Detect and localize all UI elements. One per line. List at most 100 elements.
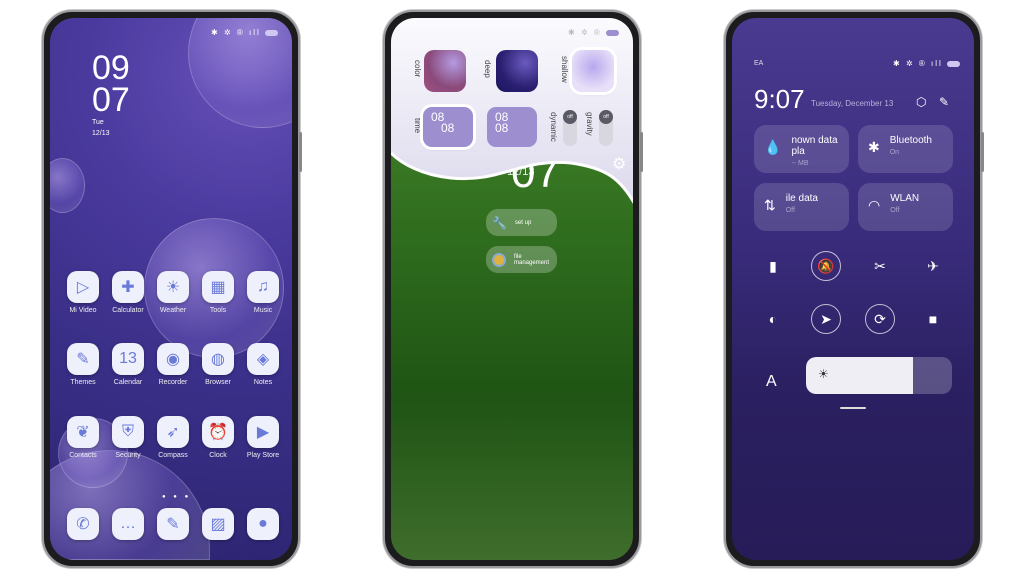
edit-icon[interactable]: ✎ <box>939 95 949 109</box>
carrier-label: EA <box>754 60 764 67</box>
app-label: Recorder <box>158 379 188 386</box>
app-recorder[interactable]: ◉ Recorder <box>151 343 195 386</box>
quick-tile-3[interactable]: ◠ WLAN Off <box>858 183 953 231</box>
dock-messages[interactable]: … <box>106 508 150 544</box>
app-icon: ♫ <box>247 271 279 303</box>
app-label: Calendar <box>113 379 143 386</box>
app-label: Security <box>115 452 141 459</box>
status-bar: ✱ ✲ ® <box>568 28 619 37</box>
font-size-button[interactable]: A <box>766 373 777 391</box>
app-label: Compass <box>158 452 188 459</box>
clock-style-2[interactable]: 08 08 <box>487 107 537 147</box>
rotation-lock-icon[interactable]: ⟳ <box>865 304 895 334</box>
date-label: Tuesday, December 13 <box>811 99 894 108</box>
app-icon: ⛨ <box>112 416 144 448</box>
camera-icon: ● <box>247 508 279 540</box>
screenshot-icon[interactable]: ✂ <box>865 251 895 281</box>
app-tools[interactable]: ▦ Tools <box>196 271 240 314</box>
dynamic-toggle[interactable]: off <box>563 110 577 146</box>
mute-icon[interactable]: 🔕 <box>811 251 841 281</box>
tile-icon: 💧 <box>764 139 782 155</box>
location-icon[interactable]: ➤ <box>811 304 841 334</box>
brightness-slider[interactable]: ☀ <box>806 357 952 394</box>
phone-control-center: EA ✱ ✲ ® ıll 9:07 Tuesday, December 13 ⬡… <box>724 10 984 568</box>
clock-widget[interactable]: 09 07 Tue 12/13 <box>92 51 130 140</box>
time-label: 9:07 <box>754 84 805 114</box>
settings-icon[interactable]: ⬡ <box>916 95 926 109</box>
page-indicator: ● ● ● <box>162 494 192 500</box>
wallpaper-color-option[interactable] <box>424 50 466 92</box>
app-mi-video[interactable]: ▷ Mi Video <box>61 271 105 314</box>
gear-icon[interactable]: ⚙ <box>612 154 626 174</box>
messages-icon: … <box>112 508 144 540</box>
app-music[interactable]: ♫ Music <box>241 271 285 314</box>
airplane-icon[interactable]: ✈ <box>918 251 948 281</box>
app-label: Themes <box>70 379 96 386</box>
app-label: Tools <box>209 307 227 314</box>
app-play-store[interactable]: ▶ Play Store <box>241 416 285 459</box>
status-bar: ✱ ✲ ® ıll <box>893 59 960 68</box>
app-label: Music <box>253 307 273 314</box>
clock-style-1[interactable]: 08 08 <box>423 107 473 147</box>
control-center-screen: EA ✱ ✲ ® ıll 9:07 Tuesday, December 13 ⬡… <box>732 18 974 560</box>
battery-icon <box>265 29 278 36</box>
app-icon: ❦ <box>67 416 99 448</box>
app-contacts[interactable]: ❦ Contacts <box>61 416 105 459</box>
file-management-button[interactable]: file management <box>486 246 557 273</box>
wallpaper-shallow-option[interactable] <box>572 50 614 92</box>
app-label: Calculator <box>112 307 144 314</box>
app-icon: ▶ <box>247 416 279 448</box>
label-dynamic: dynamic <box>549 112 558 142</box>
clock-minute: 07 <box>92 81 130 119</box>
flashlight-icon[interactable]: ▮ <box>758 251 788 281</box>
tile-status: Off <box>785 207 795 214</box>
brightness-fill: ☀ <box>806 357 913 394</box>
wallpaper-deep-option[interactable] <box>496 50 538 92</box>
quick-tile-0[interactable]: 💧 nown data pla -- MB <box>754 125 849 173</box>
tile-title: WLAN <box>890 193 920 204</box>
quick-tile-2[interactable]: ⇅ ile data Off <box>754 183 849 231</box>
phone-home-screen: ✱ ✲ ® ıll 09 07 Tue 12/13 ▷ Mi Video ✚ Calc… <box>42 10 302 568</box>
app-compass[interactable]: ➶ Compass <box>151 416 195 459</box>
dock-camera[interactable]: ● <box>241 508 285 544</box>
setup-button[interactable]: 🔧 set up <box>486 209 557 236</box>
screen-record-icon[interactable]: ■ <box>918 304 948 334</box>
tile-title: Bluetooth <box>889 135 932 146</box>
dock-themes-tool[interactable]: ✎ <box>151 508 195 544</box>
themes-tool-icon: ✎ <box>157 508 189 540</box>
dark-mode-icon[interactable]: ◐ <box>758 304 788 334</box>
app-icon: ➶ <box>157 416 189 448</box>
app-icon: ◈ <box>247 343 279 375</box>
quick-tile-1[interactable]: ✱ Bluetooth On <box>858 125 953 173</box>
app-browser[interactable]: ◍ Browser <box>196 343 240 386</box>
home-indicator[interactable] <box>840 407 866 409</box>
app-calendar[interactable]: 13 Calendar <box>106 343 150 386</box>
app-icon: ☀ <box>157 271 189 303</box>
day-label: Tue <box>92 119 104 126</box>
label-time: time <box>413 118 422 134</box>
app-clock[interactable]: ⏰ Clock <box>196 416 240 459</box>
app-themes[interactable]: ✎ Themes <box>61 343 105 386</box>
tile-status: Off <box>890 207 900 214</box>
tile-title: ile data <box>785 193 818 204</box>
app-weather[interactable]: ☀ Weather <box>151 271 195 314</box>
app-security[interactable]: ⛨ Security <box>106 416 150 459</box>
app-notes[interactable]: ◈ Notes <box>241 343 285 386</box>
tile-title: nown data pla <box>791 135 838 157</box>
app-icon: ▷ <box>67 271 99 303</box>
app-label: Browser <box>205 379 231 386</box>
dock-gallery[interactable]: ▨ <box>196 508 240 544</box>
gallery-icon: ▨ <box>202 508 234 540</box>
app-calculator[interactable]: ✚ Calculator <box>106 271 150 314</box>
label-shallow: shallow <box>560 56 569 83</box>
wrench-icon: 🔧 <box>492 215 507 230</box>
app-icon: ✚ <box>112 271 144 303</box>
tile-status: On <box>889 149 900 156</box>
status-bar: ✱ ✲ ® ıll <box>211 28 278 37</box>
app-icon: ◉ <box>157 343 189 375</box>
app-icon: ◍ <box>202 343 234 375</box>
gravity-toggle[interactable]: off <box>599 110 613 146</box>
dock-phone[interactable]: ✆ <box>61 508 105 544</box>
app-label: Notes <box>253 379 273 386</box>
app-label: Weather <box>159 307 187 314</box>
